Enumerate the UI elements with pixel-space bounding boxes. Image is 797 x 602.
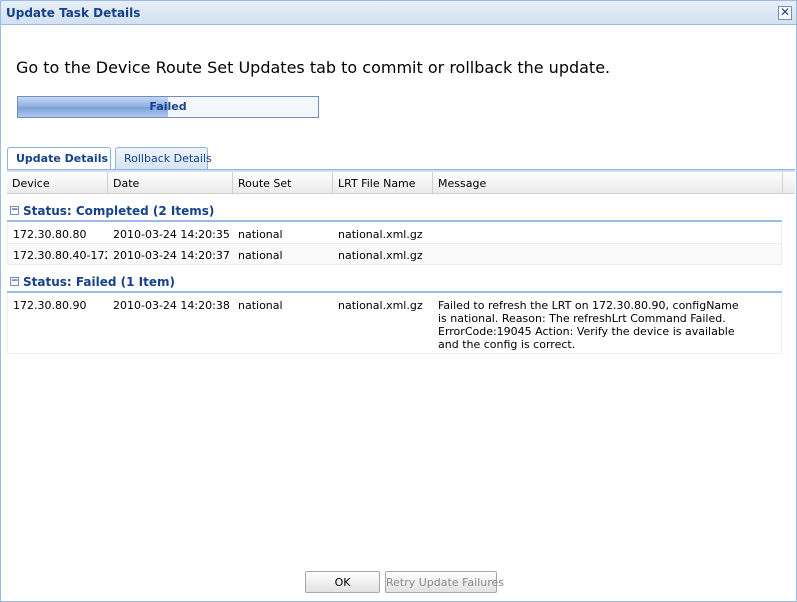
column-header-lrt-file-name[interactable]: LRT File Name xyxy=(333,172,433,194)
update-task-details-dialog: Update Task Details ✕ Go to the Device R… xyxy=(0,0,797,602)
column-header-route-set[interactable]: Route Set xyxy=(233,172,333,194)
cell-date: 2010-03-24 14:20:37 xyxy=(113,249,230,262)
collapse-icon[interactable]: − xyxy=(10,277,19,286)
cell-route-set: national xyxy=(238,228,283,241)
progress-label: Failed xyxy=(149,100,187,113)
instruction-text: Go to the Device Route Set Updates tab t… xyxy=(16,58,611,77)
grid-header: Device Date Route Set LRT File Name Mess… xyxy=(7,172,782,194)
details-grid: Device Date Route Set LRT File Name Mess… xyxy=(7,172,795,354)
column-header-date[interactable]: Date xyxy=(108,172,233,194)
cell-lrt-file: national.xml.gz xyxy=(338,228,423,241)
ok-button[interactable]: OK xyxy=(305,571,380,593)
group-title: Status: Completed (2 Items) xyxy=(23,204,215,218)
cell-date: 2010-03-24 14:20:38 xyxy=(113,299,230,312)
group-header-failed[interactable]: − Status: Failed (1 Item) xyxy=(7,271,782,293)
column-header-device[interactable]: Device xyxy=(7,172,108,194)
scrollbar-header-spacer xyxy=(782,172,795,194)
table-row[interactable]: 172.30.80.90 2010-03-24 14:20:38 nationa… xyxy=(7,294,782,354)
retry-update-failures-button[interactable]: Retry Update Failures xyxy=(385,571,504,593)
progress-bar: Failed xyxy=(17,96,319,118)
cell-route-set: national xyxy=(238,249,283,262)
cell-lrt-file: national.xml.gz xyxy=(338,299,423,312)
table-row[interactable]: 172.30.80.40-172.3 2010-03-24 14:20:37 n… xyxy=(7,244,782,265)
cell-date: 2010-03-24 14:20:35 xyxy=(113,228,230,241)
dialog-title: Update Task Details xyxy=(6,6,141,20)
group-title: Status: Failed (1 Item) xyxy=(23,275,175,289)
cell-device: 172.30.80.80 xyxy=(13,228,87,241)
cell-device: 172.30.80.40-172.3 xyxy=(13,249,107,262)
cell-message: Failed to refresh the LRT on 172.30.80.9… xyxy=(438,299,739,351)
collapse-icon[interactable]: − xyxy=(10,206,19,215)
table-row[interactable]: 172.30.80.80 2010-03-24 14:20:35 nationa… xyxy=(7,223,782,244)
title-bar[interactable]: Update Task Details ✕ xyxy=(1,1,796,25)
cell-device: 172.30.80.90 xyxy=(13,299,87,312)
tab-rollback-details[interactable]: Rollback Details xyxy=(115,147,212,169)
group-header-completed[interactable]: − Status: Completed (2 Items) xyxy=(7,200,782,222)
cell-route-set: national xyxy=(238,299,283,312)
close-icon[interactable]: ✕ xyxy=(778,6,792,20)
cell-lrt-file: national.xml.gz xyxy=(338,249,423,262)
column-header-message[interactable]: Message xyxy=(433,172,782,194)
